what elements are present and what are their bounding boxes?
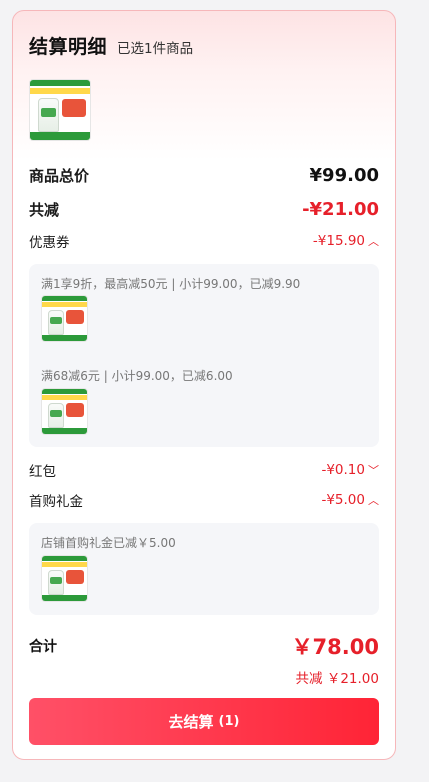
red-packet-toggle[interactable]: -¥0.10 ﹀ bbox=[321, 462, 379, 478]
coupon-value: -¥15.90 bbox=[312, 233, 365, 249]
first-gift-detail-line: 店铺首购礼金已减￥5.00 bbox=[41, 536, 176, 550]
page-title: 结算明细 bbox=[29, 36, 108, 58]
gift-product-thumbnail bbox=[41, 555, 88, 602]
first-gift-detail-panel: 店铺首购礼金已减￥5.00 bbox=[29, 523, 379, 615]
coupon-toggle[interactable]: -¥15.90 ︿ bbox=[313, 233, 379, 249]
coupon-detail-line-1: 满1享9折，最高减50元 | 小计99.00，已减9.90 bbox=[41, 277, 301, 291]
first-gift-toggle[interactable]: -¥5.00 ︿ bbox=[321, 492, 379, 508]
coupon-row[interactable]: 优惠券 -¥15.90 ︿ bbox=[29, 231, 379, 251]
chevron-up-icon[interactable]: ︿ bbox=[368, 492, 379, 508]
summary-discount: 共减 ￥21.00 bbox=[295, 671, 379, 687]
chevron-up-icon[interactable]: ︿ bbox=[368, 233, 379, 249]
red-packet-value: -¥0.10 bbox=[321, 462, 365, 478]
first-gift-row[interactable]: 首购礼金 -¥5.00 ︿ bbox=[29, 490, 379, 510]
coupon-product-thumbnail-2 bbox=[41, 388, 88, 435]
summary-value: ￥78.00 bbox=[291, 635, 379, 659]
settlement-card: 结算明细 已选1件商品 商品总价 ¥99.00 共减 -¥21.00 优惠券 -… bbox=[12, 10, 396, 760]
first-gift-label: 首购礼金 bbox=[29, 494, 83, 510]
product-thumbnail[interactable] bbox=[29, 79, 91, 141]
total-price-label: 商品总价 bbox=[29, 166, 90, 185]
red-packet-row[interactable]: 红包 -¥0.10 ﹀ bbox=[29, 460, 379, 480]
total-price-row: 商品总价 ¥99.00 bbox=[29, 163, 379, 187]
coupon-product-thumbnail-1 bbox=[41, 295, 88, 342]
total-discount-row: 共减 -¥21.00 bbox=[29, 197, 379, 221]
coupon-detail-panel: 满1享9折，最高减50元 | 小计99.00，已减9.90 满68减6元 | 小… bbox=[29, 264, 379, 447]
coupon-detail-line-2: 满68减6元 | 小计99.00，已减6.00 bbox=[41, 369, 233, 383]
coupon-label: 优惠券 bbox=[29, 235, 70, 251]
red-packet-label: 红包 bbox=[29, 464, 56, 480]
checkout-count: (1) bbox=[218, 714, 240, 729]
checkout-button[interactable]: 去结算 (1) bbox=[29, 698, 379, 745]
total-price-value: ¥99.00 bbox=[309, 164, 379, 186]
total-discount-value: -¥21.00 bbox=[302, 198, 379, 220]
first-gift-value: -¥5.00 bbox=[321, 492, 365, 508]
selected-count: 已选1件商品 bbox=[117, 41, 194, 57]
checkout-button-label: 去结算 bbox=[168, 713, 214, 731]
card-header: 结算明细 已选1件商品 bbox=[29, 32, 193, 58]
summary-label: 合计 bbox=[29, 639, 57, 655]
total-discount-label: 共减 bbox=[29, 200, 60, 219]
chevron-down-icon[interactable]: ﹀ bbox=[368, 462, 379, 478]
summary-row: 合计 ￥78.00 bbox=[29, 631, 379, 661]
